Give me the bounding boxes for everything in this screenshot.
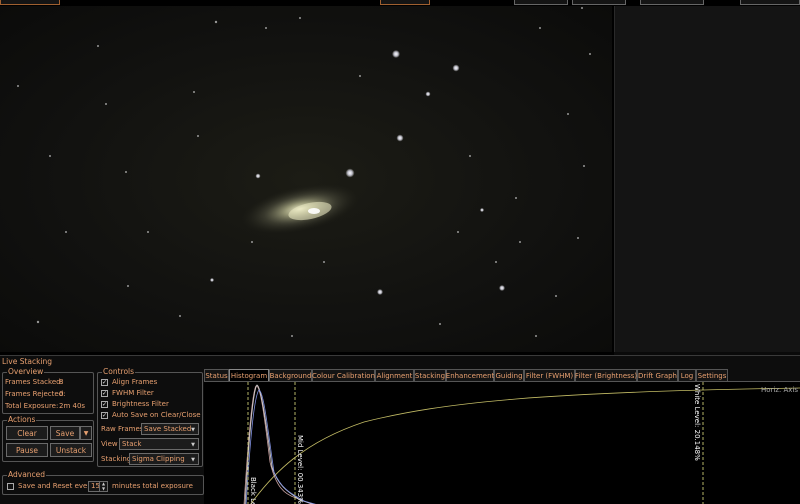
chevron-down-icon: ▼: [83, 429, 89, 437]
horiz-axis-label: Horiz. Axis: [760, 386, 798, 394]
toolbar-field[interactable]: [514, 0, 568, 5]
tab-background[interactable]: Background: [269, 369, 312, 381]
total-exposure-value: 2m 40s: [59, 402, 86, 410]
raw-frames-select[interactable]: Save Stacked ▼: [141, 423, 199, 435]
total-exposure-label: Total Exposure:: [5, 402, 59, 410]
view-label: View: [101, 440, 118, 448]
fwhm-filter-checkbox[interactable]: ✓: [101, 390, 108, 397]
brightness-filter-label: Brightness Filter: [112, 400, 169, 408]
controls-group: Controls ✓ Align Frames ✓ FWHM Filter ✓ …: [97, 367, 203, 467]
advanced-group: Advanced Save and Reset every 15 ▲ ▼ minu…: [2, 470, 204, 495]
actions-group: Actions Clear Save ▼ Pause Unstack: [2, 415, 94, 462]
toolbar-button[interactable]: [0, 0, 60, 5]
black-level-label: Black Le: [249, 477, 257, 504]
stacking-value: Sigma Clipping: [132, 455, 185, 463]
tab-filter-brightness[interactable]: Filter (Brightness): [575, 369, 637, 381]
panel-title: Live Stacking: [2, 357, 53, 366]
frames-stacked-label: Frames Stacked:: [5, 378, 63, 386]
checkmark-icon: ✓: [101, 411, 108, 419]
checkmark-icon: ✓: [101, 389, 108, 397]
mid-level-label: Mid Level: 00.343%: [296, 435, 304, 504]
tab-log[interactable]: Log: [678, 369, 696, 381]
tab-colour-calibration[interactable]: Colour Calibration: [312, 369, 375, 381]
save-button[interactable]: Save: [50, 426, 80, 440]
galaxy-image: [17, 7, 591, 337]
chevron-down-icon: ▼: [191, 427, 195, 433]
view-value: Stack: [122, 440, 142, 448]
clear-button[interactable]: Clear: [6, 426, 48, 440]
tab-strip: Status Histogram Background Colour Calib…: [204, 369, 800, 382]
frames-rejected-label: Frames Rejected:: [5, 390, 66, 398]
actions-title: Actions: [7, 415, 37, 424]
save-reset-checkbox[interactable]: [7, 483, 14, 490]
raw-frames-label: Raw Frames: [101, 425, 144, 433]
tab-settings[interactable]: Settings: [696, 369, 728, 381]
auto-save-label: Auto Save on Clear/Close: [112, 411, 201, 419]
frames-stacked-value: 8: [59, 378, 64, 386]
stacking-label: Stacking: [101, 455, 132, 463]
tab-drift-graph[interactable]: Drift Graph: [637, 369, 678, 381]
controls-title: Controls: [102, 367, 136, 376]
overview-group: Overview Frames Stacked: 8 Frames Reject…: [2, 367, 94, 414]
overview-title: Overview: [7, 367, 45, 376]
brightness-filter-checkbox[interactable]: ✓: [101, 401, 108, 408]
raw-frames-value: Save Stacked: [144, 425, 192, 433]
stretch-curve: [250, 387, 800, 504]
histogram-view[interactable]: Black Le Mid Level: 00.343% White Level:…: [204, 381, 800, 504]
align-frames-label: Align Frames: [112, 378, 158, 386]
save-dropdown-arrow[interactable]: ▼: [80, 426, 92, 440]
fwhm-filter-label: FWHM Filter: [112, 389, 154, 397]
tab-filter-fwhm[interactable]: Filter (FWHM): [524, 369, 575, 381]
toolbar-field[interactable]: [640, 0, 704, 5]
tab-alignment[interactable]: Alignment: [375, 369, 414, 381]
tab-guiding[interactable]: Guiding: [494, 369, 524, 381]
pause-button[interactable]: Pause: [6, 443, 48, 457]
image-viewer[interactable]: [0, 6, 612, 352]
unstack-button[interactable]: Unstack: [50, 443, 92, 457]
minutes-stepper[interactable]: 15 ▲ ▼: [88, 481, 108, 492]
advanced-title: Advanced: [7, 470, 47, 479]
checkmark-icon: ✓: [101, 378, 108, 386]
auto-save-checkbox[interactable]: ✓: [101, 412, 108, 419]
align-frames-checkbox[interactable]: ✓: [101, 379, 108, 386]
stacking-select[interactable]: Sigma Clipping ▼: [129, 453, 199, 465]
save-reset-label: Save and Reset every: [18, 482, 95, 490]
stepper-arrows-icon[interactable]: ▲ ▼: [99, 481, 107, 491]
right-side-panel: [614, 6, 800, 352]
view-select[interactable]: Stack ▼: [119, 438, 199, 450]
tab-enhancement[interactable]: Enhancement: [446, 369, 494, 381]
checkmark-icon: ✓: [101, 400, 108, 408]
tab-status[interactable]: Status: [204, 369, 229, 381]
white-level-label: White Level: 20.148%: [693, 384, 701, 461]
tab-stacking[interactable]: Stacking: [414, 369, 446, 381]
toolbar-field[interactable]: [572, 0, 626, 5]
frames-rejected-value: 0: [59, 390, 64, 398]
chevron-down-icon: ▼: [191, 442, 195, 448]
minutes-suffix: minutes total exposure: [112, 482, 193, 490]
toolbar-button[interactable]: [380, 0, 430, 5]
histogram-graph: [243, 382, 800, 504]
chevron-down-icon: ▼: [191, 457, 195, 463]
toolbar-field[interactable]: [740, 0, 800, 5]
